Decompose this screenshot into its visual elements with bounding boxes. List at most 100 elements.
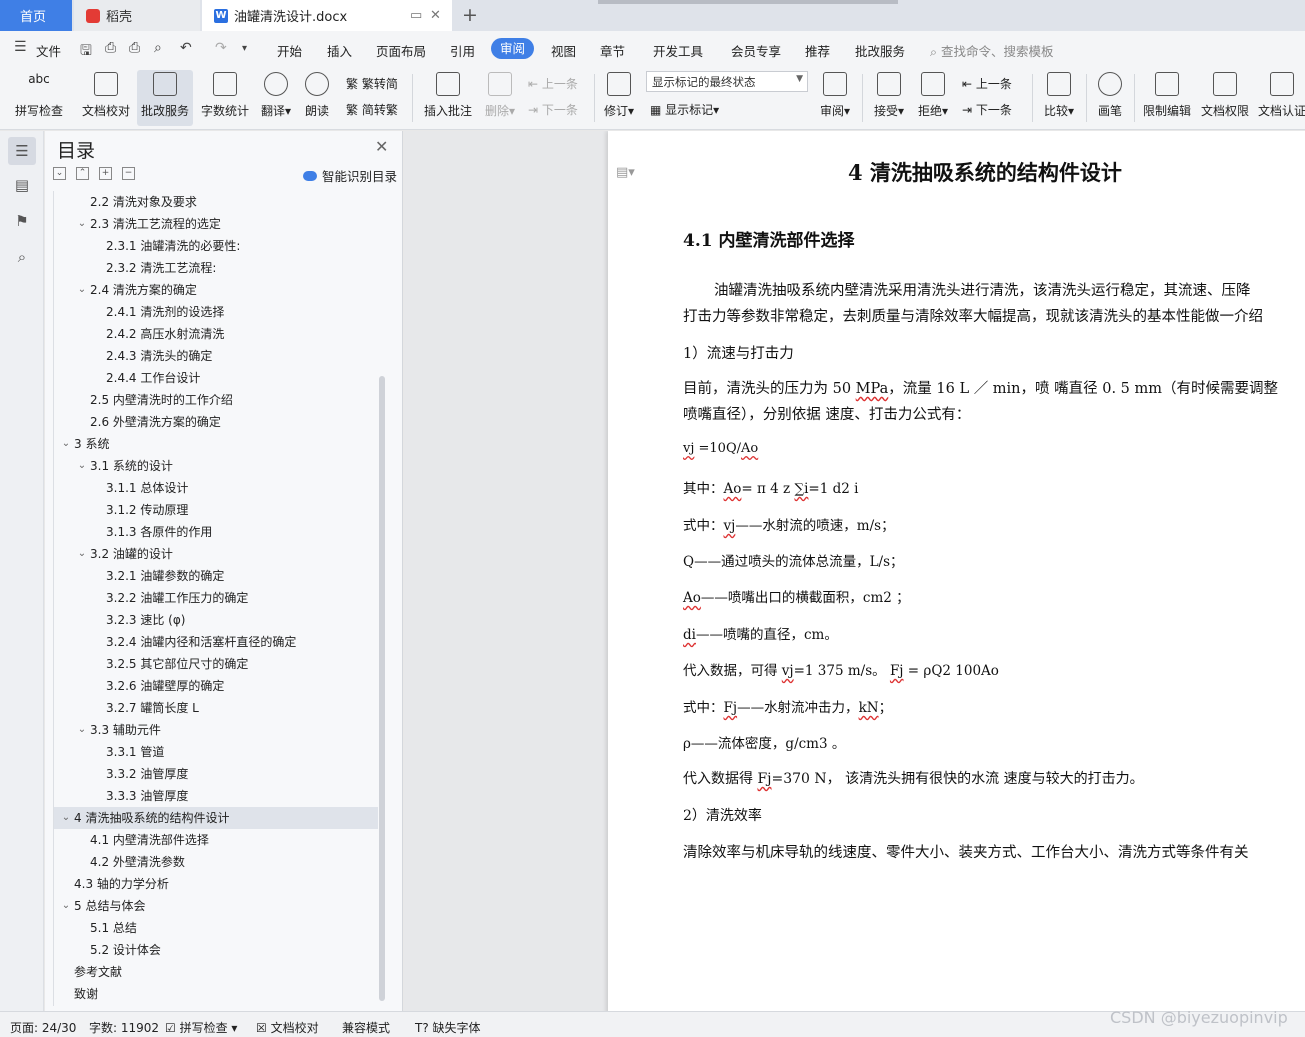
undo-icon[interactable]: ↶ (180, 40, 192, 56)
chevron-down-icon[interactable]: ⌄ (76, 455, 88, 477)
next-comment-button[interactable]: ⇥ 下一条 (528, 101, 578, 118)
menu-recommend[interactable]: 推荐 (805, 41, 830, 60)
menu-review[interactable]: 审阅 (491, 38, 535, 59)
menu-start[interactable]: 开始 (277, 41, 302, 60)
prev-comment-button[interactable]: ⇤ 上一条 (528, 75, 578, 92)
smart-toc-button[interactable]: 智能识别目录 (303, 166, 397, 185)
chevron-down-icon[interactable]: ⌄ (60, 807, 72, 829)
chevron-down-icon[interactable]: ⌄ (60, 895, 72, 917)
toc-item[interactable]: 3.1.3 各原件的作用 (54, 521, 378, 543)
menu-devtools[interactable]: 开发工具 (653, 41, 703, 60)
redo-icon[interactable]: ↷ (215, 40, 227, 56)
trad-to-simp-button[interactable]: 繁 繁转简 (346, 75, 398, 92)
toc-item[interactable]: 4.1 内壁清洗部件选择 (54, 829, 378, 851)
menu-reference[interactable]: 引用 (450, 41, 475, 60)
document-page[interactable]: ▤▾ 4 清洗抽吸系统的结构件设计 4.1 内壁清洗部件选择 油罐清洗抽吸系统内… (608, 131, 1305, 1011)
menu-member[interactable]: 会员专享 (731, 41, 781, 60)
chapter-panel-icon[interactable]: ▤ (12, 176, 32, 196)
toc-item[interactable]: ⌄ 3.1 系统的设计 (54, 455, 378, 477)
status-doc-proof[interactable]: ☒ 文档校对 (256, 1019, 319, 1036)
chevron-down-icon[interactable]: ⌄ (76, 213, 88, 235)
menu-file[interactable]: 文件 (36, 41, 61, 60)
toc-item[interactable]: 2.3.2 清洗工艺流程: (54, 257, 378, 279)
spell-check-button[interactable]: abc 拼写检查 (8, 70, 70, 126)
review-pane-button[interactable]: 审阅▾ (816, 70, 854, 126)
toc-item[interactable]: 2.4.1 清洗剂的设选择 (54, 301, 378, 323)
pen-button[interactable]: 画笔 (1092, 70, 1128, 126)
status-spell-check[interactable]: ☑ 拼写检查 ▾ (165, 1019, 237, 1036)
missing-font-button[interactable]: T? 缺失字体 (415, 1019, 481, 1036)
tab-home[interactable]: 首页 (0, 0, 72, 31)
toc-item[interactable]: 3.2.2 油罐工作压力的确定 (54, 587, 378, 609)
toc-item[interactable]: ⌄ 3.3 辅助元件 (54, 719, 378, 741)
doc-certify-button[interactable]: 文档认证 (1258, 70, 1305, 126)
bookmark-icon[interactable]: ⚑ (12, 212, 32, 232)
delete-comment-button[interactable]: 删除▾ (480, 70, 520, 126)
collapse-all-icon[interactable]: ⌄ (53, 167, 66, 180)
toc-item[interactable]: 3.2.3 速比 (φ) (54, 609, 378, 631)
minimize-tab-icon[interactable]: ▭ (410, 8, 422, 23)
toc-item[interactable]: 4.3 轴的力学分析 (54, 873, 378, 895)
toc-item[interactable]: 3.2.1 油罐参数的确定 (54, 565, 378, 587)
print-preview-icon[interactable]: ⌕ (154, 40, 162, 56)
toc-panel-icon[interactable]: ☰ (8, 137, 36, 165)
toc-item[interactable]: 3.3.3 油管厚度 (54, 785, 378, 807)
toc-item[interactable]: 3.3.2 油管厚度 (54, 763, 378, 785)
close-icon[interactable]: ✕ (375, 137, 388, 156)
markup-state-select[interactable]: 显示标记的最终状态 ▼ (646, 71, 808, 92)
menu-insert[interactable]: 插入 (327, 41, 352, 60)
compare-button[interactable]: 比较▾ (1040, 70, 1078, 126)
toc-item[interactable]: 3.2.7 罐筒长度 L (54, 697, 378, 719)
toc-item[interactable]: 2.4.2 高压水射流清洗 (54, 323, 378, 345)
menu-chapter[interactable]: 章节 (600, 41, 625, 60)
save-icon[interactable]: 🖫 (80, 40, 92, 64)
toc-item[interactable]: 3.2.5 其它部位尺寸的确定 (54, 653, 378, 675)
menu-layout[interactable]: 页面布局 (376, 41, 426, 60)
toc-item[interactable]: 2.5 内壁清洗时的工作介绍 (54, 389, 378, 411)
toc-item[interactable]: 致谢 (54, 983, 378, 1005)
chevron-down-icon[interactable]: ⌄ (76, 719, 88, 741)
toc-item[interactable]: ⌄ 2.4 清洗方案的确定 (54, 279, 378, 301)
add-tab-button[interactable]: + (462, 4, 478, 26)
toc-scrollbar[interactable] (379, 376, 385, 1001)
toc-item[interactable]: 参考文献 (54, 961, 378, 983)
tab-docer[interactable]: 稻壳 (74, 0, 200, 31)
print-icon[interactable]: ⎙ (129, 40, 140, 56)
quick-access-dropdown-icon[interactable]: ▾ (242, 43, 247, 54)
export-pdf-icon[interactable]: ⎙ (105, 40, 116, 56)
grading-service-button[interactable]: 批改服务 (137, 70, 193, 126)
chevron-down-icon[interactable]: ⌄ (60, 433, 72, 455)
toc-item[interactable]: 3.3.1 管道 (54, 741, 378, 763)
toc-item[interactable]: ⌄ 3 系统 (54, 433, 378, 455)
chevron-down-icon[interactable]: ⌄ (76, 279, 88, 301)
prev-change-button[interactable]: ⇤ 上一条 (962, 75, 1012, 92)
word-count-indicator[interactable]: 字数: 11902 (89, 1019, 159, 1036)
read-aloud-button[interactable]: 朗读 (300, 70, 334, 126)
show-markup-button[interactable]: ▦ 显示标记▾ (650, 101, 719, 118)
chevron-down-icon[interactable]: ⌄ (76, 543, 88, 565)
toc-item[interactable]: 3.2.6 油罐壁厚的确定 (54, 675, 378, 697)
restrict-edit-button[interactable]: 限制编辑 (1140, 70, 1194, 126)
toc-item[interactable]: 2.2 清洗对象及要求 (54, 191, 378, 213)
insert-comment-button[interactable]: 插入批注 (420, 70, 476, 126)
simp-to-trad-button[interactable]: 繁 简转繁 (346, 101, 398, 118)
translate-button[interactable]: 翻译▾ (256, 70, 296, 126)
add-heading-icon[interactable]: + (99, 167, 112, 180)
page-indicator[interactable]: 页面: 24/30 (10, 1019, 76, 1036)
command-search[interactable]: ⌕ 查找命令、搜索模板 (930, 41, 1054, 60)
toc-item[interactable]: 3.1.2 传动原理 (54, 499, 378, 521)
toc-item[interactable]: 2.3.1 油罐清洗的必要性: (54, 235, 378, 257)
page-menu-icon[interactable]: ▤▾ (616, 165, 635, 180)
word-count-button[interactable]: 字数统计 (198, 70, 252, 126)
menu-view[interactable]: 视图 (551, 41, 576, 60)
next-change-button[interactable]: ⇥ 下一条 (962, 101, 1012, 118)
toc-item[interactable]: ⌄ 5 总结与体会 (54, 895, 378, 917)
toc-item[interactable]: 2.4.3 清洗头的确定 (54, 345, 378, 367)
toc-item[interactable]: ⌄ 4 清洗抽吸系统的结构件设计 (54, 807, 378, 829)
doc-permission-button[interactable]: 文档权限 (1198, 70, 1252, 126)
menu-grading[interactable]: 批改服务 (855, 41, 905, 60)
toc-item[interactable]: 5.1 总结 (54, 917, 378, 939)
toc-item[interactable]: ⌄ 2.3 清洗工艺流程的选定 (54, 213, 378, 235)
toc-item[interactable]: 3.2.4 油罐内径和活塞杆直径的确定 (54, 631, 378, 653)
reject-button[interactable]: 拒绝▾ (914, 70, 952, 126)
